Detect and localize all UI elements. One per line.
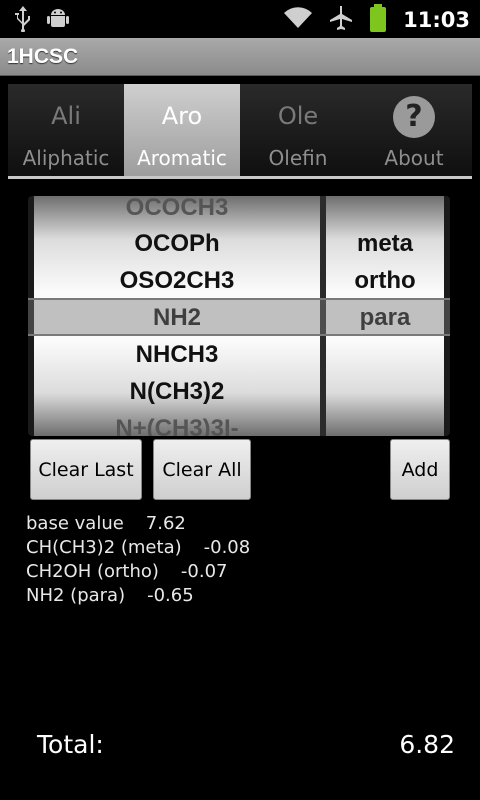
wheel-item[interactable]: OCOCH3 (34, 196, 320, 226)
result-value: -0.07 (180, 561, 228, 582)
result-value: 7.62 (145, 513, 186, 534)
tab-abbr: Aro (161, 102, 203, 130)
app-title: 1HCSC (7, 45, 79, 68)
result-value: -0.65 (147, 585, 194, 606)
clear-last-button[interactable]: Clear Last (30, 439, 142, 500)
wheel-item[interactable]: NHCH3 (34, 336, 320, 373)
add-button[interactable]: Add (390, 439, 450, 500)
tab-label: Olefin (268, 146, 328, 170)
result-name: CH(CH3)2 (meta) (26, 537, 182, 558)
clear-all-button[interactable]: Clear All (153, 439, 251, 500)
wheel-item[interactable]: OCOPh (34, 225, 320, 262)
tab-label: About (384, 146, 444, 170)
selection-band (28, 298, 450, 336)
total-label: Total: (37, 730, 104, 759)
wheel-item[interactable]: meta (326, 225, 444, 262)
wifi-icon (283, 6, 313, 34)
result-name: base value (26, 513, 124, 534)
result-name: CH2OH (ortho) (26, 561, 159, 582)
result-value: -0.08 (203, 537, 251, 558)
tab-aliphatic[interactable]: Ali Aliphatic (8, 84, 124, 176)
airplane-icon (329, 5, 353, 35)
wheel-item[interactable]: OSO2CH3 (34, 262, 320, 299)
tab-about[interactable]: ? About (356, 84, 472, 176)
tab-olefin[interactable]: Ole Olefin (240, 84, 356, 176)
status-bar: 11:03 (0, 0, 480, 38)
results-list: base value 7.62 CH(CH3)2 (meta) -0.08 CH2O… (26, 513, 250, 609)
help-icon: ? (393, 96, 435, 138)
tab-aromatic[interactable]: Aro Aromatic (124, 84, 240, 176)
wheel-item[interactable]: N+(CH3)3I- (34, 410, 320, 436)
tab-label: Aliphatic (22, 146, 110, 170)
android-icon (46, 7, 70, 35)
total-value: 6.82 (399, 730, 455, 759)
result-name: NH2 (para) (26, 585, 126, 606)
tab-abbr: Ali (51, 102, 81, 130)
list-item: base value 7.62 (26, 513, 250, 537)
substituent-picker: OCOCH3 OCOPh OSO2CH3 NH2 NHCH3 N(CH3)2 N… (28, 196, 450, 436)
battery-icon (369, 4, 387, 36)
usb-icon (14, 6, 32, 36)
tab-bar: Ali Aliphatic Aro Aromatic Ole Olefin ? … (8, 84, 472, 179)
list-item: CH2OH (ortho) -0.07 (26, 561, 250, 585)
clock: 11:03 (403, 8, 470, 32)
wheel-item[interactable]: ortho (326, 262, 444, 299)
title-bar: 1HCSC (0, 38, 480, 76)
list-item: CH(CH3)2 (meta) -0.08 (26, 537, 250, 561)
wheel-item[interactable]: N(CH3)2 (34, 373, 320, 410)
tab-abbr: Ole (277, 102, 319, 130)
tab-label: Aromatic (137, 146, 227, 170)
list-item: NH2 (para) -0.65 (26, 585, 250, 609)
